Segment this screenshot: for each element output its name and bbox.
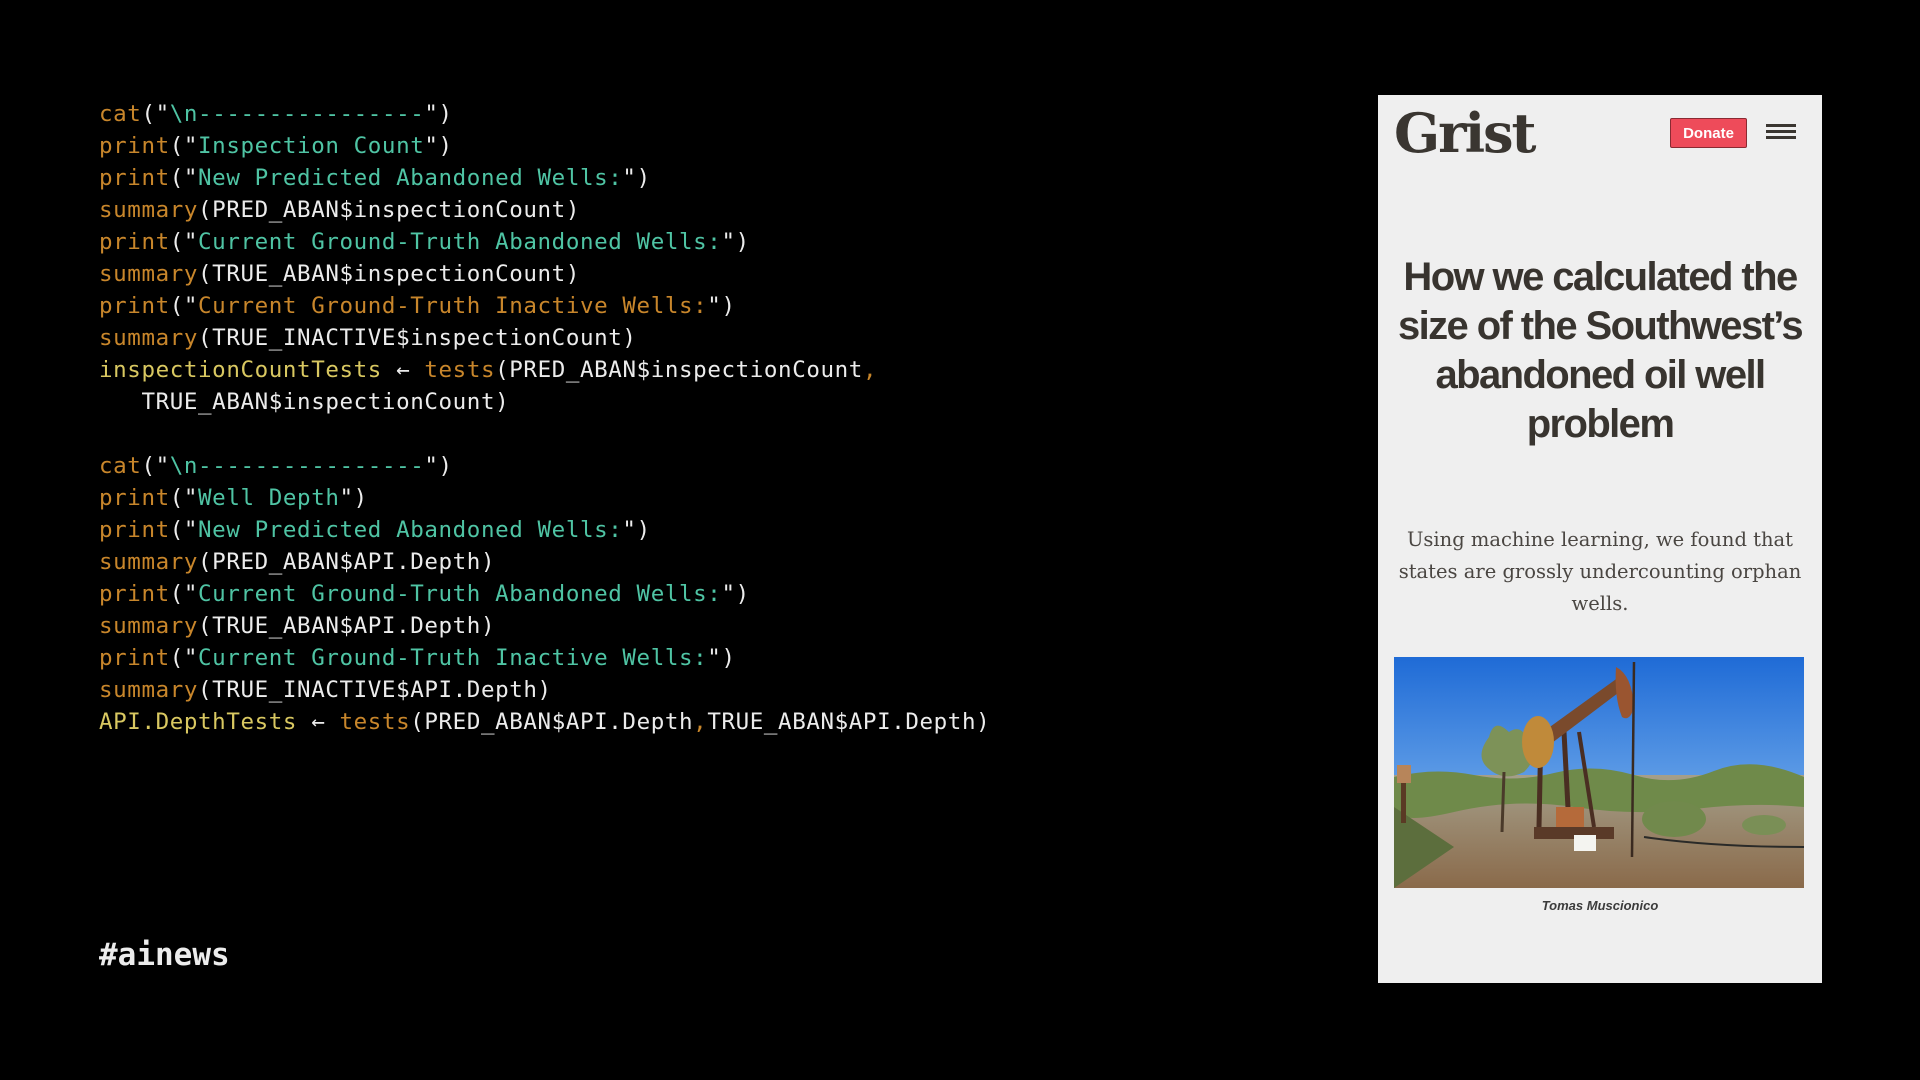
code-token: ") [424, 133, 453, 159]
code-token: ") [721, 229, 750, 255]
code-line: print("New Predicted Abandoned Wells:") [99, 162, 990, 194]
code-token: (PRED_ABAN$inspectionCount) [198, 197, 580, 223]
code-line: print("New Predicted Abandoned Wells:") [99, 514, 990, 546]
code-line: print("Current Ground-Truth Inactive Wel… [99, 642, 990, 674]
code-token: (" [169, 133, 199, 159]
code-token: summary [99, 197, 199, 223]
code-token: (" [169, 581, 199, 607]
photo-credit: Tomas Muscionico [1541, 898, 1659, 913]
code-token: New Predicted Abandoned Wells: [198, 165, 623, 191]
code-line: print("Current Ground-Truth Abandoned We… [99, 226, 990, 258]
code-token: summary [99, 261, 199, 287]
code-token: (TRUE_INACTIVE$API.Depth) [198, 677, 552, 703]
code-line: summary(TRUE_INACTIVE$API.Depth) [99, 674, 990, 706]
code-token: print [99, 485, 170, 511]
code-token: print [99, 133, 170, 159]
hamburger-menu-icon[interactable] [1766, 124, 1796, 142]
code-token: inspectionCountTests [99, 357, 382, 383]
code-line: TRUE_ABAN$inspectionCount) [99, 386, 990, 418]
code-token: (TRUE_ABAN$inspectionCount) [198, 261, 580, 287]
code-token: ") [339, 485, 368, 511]
code-token: print [99, 645, 170, 671]
code-token: ") [707, 293, 736, 319]
code-line: inspectionCountTests ← tests(PRED_ABAN$i… [99, 354, 990, 386]
pumpjack-image [1394, 657, 1804, 888]
code-token: print [99, 229, 170, 255]
code-token: Current Ground-Truth Inactive Wells: [198, 293, 708, 319]
code-token: Inspection Count [198, 133, 425, 159]
code-token: ") [424, 101, 453, 127]
code-token: ← [381, 357, 425, 383]
code-token: summary [99, 613, 199, 639]
code-token: print [99, 581, 170, 607]
code-token: ") [622, 517, 651, 543]
code-token: (" [141, 101, 170, 127]
code-token: , [862, 357, 878, 383]
hashtag: #ainews [99, 937, 230, 973]
code-token: TRUE_ABAN$API.Depth) [707, 709, 991, 735]
code-token: TRUE_ABAN$inspectionCount) [99, 389, 510, 415]
code-line: summary(TRUE_ABAN$API.Depth) [99, 610, 990, 642]
code-token: Well Depth [198, 485, 340, 511]
code-token: summary [99, 325, 199, 351]
code-token: print [99, 293, 170, 319]
code-line: summary(TRUE_INACTIVE$inspectionCount) [99, 322, 990, 354]
code-token: (" [141, 453, 170, 479]
code-token: API.DepthTests [99, 709, 298, 735]
code-token: Current Ground-Truth Inactive Wells: [198, 645, 708, 671]
code-token: (PRED_ABAN$API.Depth [410, 709, 694, 735]
code-token: (PRED_ABAN$API.Depth) [198, 549, 496, 575]
code-line: print("Current Ground-Truth Inactive Wel… [99, 290, 990, 322]
code-token: ") [622, 165, 651, 191]
code-line: API.DepthTests ← tests(PRED_ABAN$API.Dep… [99, 706, 990, 738]
code-token: (TRUE_ABAN$API.Depth) [198, 613, 496, 639]
code-token: (" [169, 165, 199, 191]
code-line: print("Current Ground-Truth Abandoned We… [99, 578, 990, 610]
code-line: cat("\n----------------") [99, 450, 990, 482]
code-line: summary(PRED_ABAN$API.Depth) [99, 546, 990, 578]
code-line: print("Inspection Count") [99, 130, 990, 162]
code-token: \n---------------- [169, 101, 425, 127]
code-token: ← [297, 709, 340, 735]
code-token: summary [99, 549, 199, 575]
code-line: summary(PRED_ABAN$inspectionCount) [99, 194, 990, 226]
donate-button[interactable]: Donate [1670, 118, 1747, 148]
code-token: (TRUE_INACTIVE$inspectionCount) [198, 325, 637, 351]
code-token: print [99, 517, 170, 543]
code-line: summary(TRUE_ABAN$inspectionCount) [99, 258, 990, 290]
code-token: New Predicted Abandoned Wells: [198, 517, 623, 543]
code-token: (" [169, 485, 199, 511]
code-token: \n---------------- [169, 453, 425, 479]
code-token: (" [169, 645, 199, 671]
code-token: Current Ground-Truth Abandoned Wells: [198, 229, 722, 255]
code-token: cat [99, 453, 142, 479]
grist-logo[interactable]: Grist [1394, 101, 1536, 165]
article-headline: How we calculated the size of the Southw… [1397, 255, 1804, 446]
code-token: print [99, 165, 170, 191]
code-block: cat("\n----------------") print("Inspecti… [99, 98, 990, 738]
code-token: , [693, 709, 708, 735]
code-token: ") [424, 453, 453, 479]
code-token: (" [169, 517, 199, 543]
code-token: tests [339, 709, 411, 735]
code-token: (" [169, 293, 199, 319]
code-line: cat("\n----------------") [99, 98, 990, 130]
code-token: (PRED_ABAN$inspectionCount [495, 357, 863, 383]
code-line: print("Well Depth") [99, 482, 990, 514]
code-token: Current Ground-Truth Abandoned Wells: [198, 581, 722, 607]
code-token: summary [99, 677, 199, 703]
code-token: (" [169, 229, 199, 255]
code-token: tests [424, 357, 496, 383]
code-token: cat [99, 101, 142, 127]
code-token: ") [707, 645, 736, 671]
article-photo [1394, 657, 1804, 888]
code-token: ") [721, 581, 750, 607]
article-subheadline: Using machine learning, we found that st… [1398, 528, 1802, 615]
article-preview: Grist Donate How we calculated the size … [1378, 95, 1822, 983]
